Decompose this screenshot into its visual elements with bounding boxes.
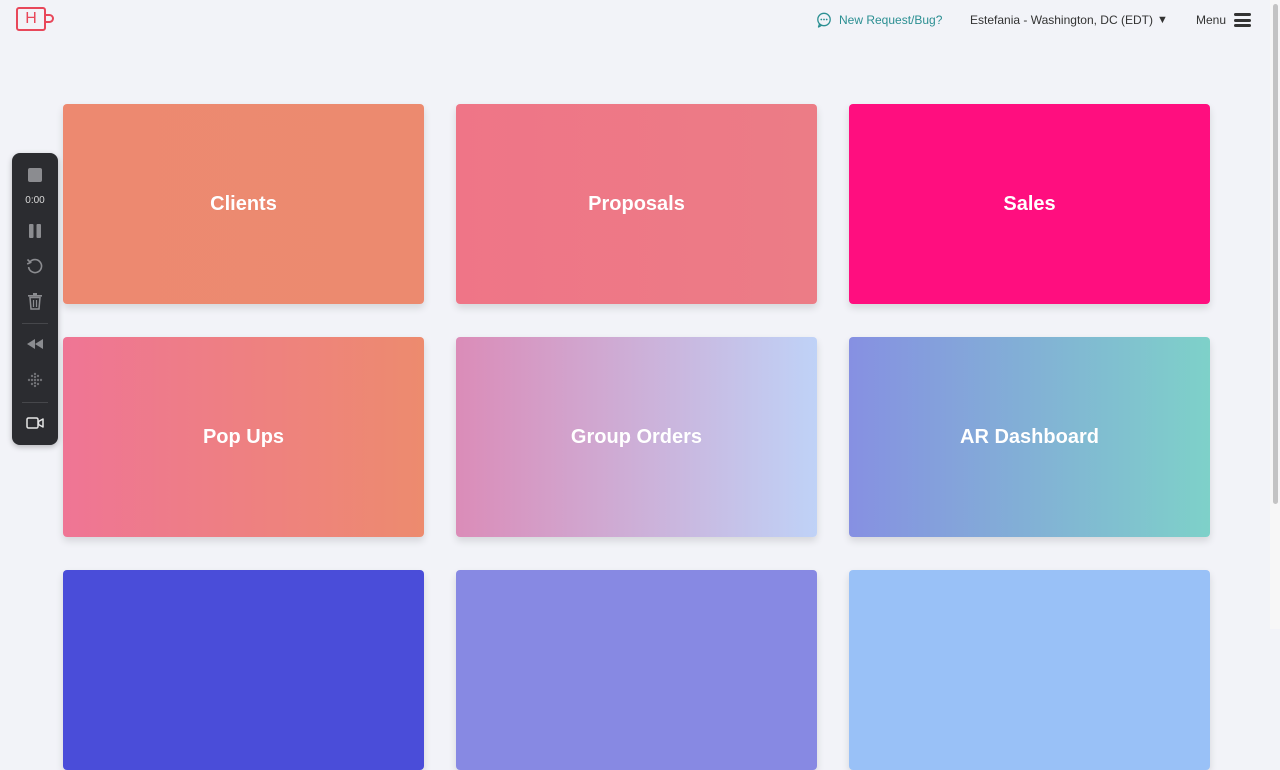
trash-icon bbox=[28, 293, 42, 310]
menu-button[interactable]: Menu bbox=[1196, 10, 1252, 30]
grid-icon bbox=[27, 372, 43, 388]
caret-down-icon: ▼ bbox=[1156, 14, 1168, 26]
camera-button[interactable] bbox=[12, 411, 58, 435]
screen-recorder-toolbar: 0:00 bbox=[12, 153, 58, 445]
tile-label: Group Orders bbox=[570, 425, 703, 448]
tile-group-orders[interactable]: Group Orders bbox=[456, 337, 817, 537]
tile-row3-2[interactable] bbox=[456, 570, 817, 770]
toolbar-divider bbox=[22, 323, 48, 324]
tile-ar-dashboard[interactable]: AR Dashboard bbox=[849, 337, 1210, 537]
recording-timer: 0:00 bbox=[25, 195, 45, 206]
pause-button[interactable] bbox=[12, 219, 58, 243]
logo-tab bbox=[44, 14, 54, 23]
tile-label: Proposals bbox=[588, 192, 685, 215]
tile-pop-ups[interactable]: Pop Ups bbox=[63, 337, 424, 537]
user-location-label: Estefania - Washington, DC (EDT) bbox=[970, 13, 1153, 27]
tile-label: Pop Ups bbox=[202, 425, 285, 448]
rewind-button[interactable] bbox=[12, 332, 58, 356]
restart-button[interactable] bbox=[12, 254, 58, 278]
toolbar-divider bbox=[22, 402, 48, 403]
tile-label: AR Dashboard bbox=[960, 425, 1099, 448]
stop-button[interactable] bbox=[12, 163, 58, 187]
new-request-label: New Request/Bug? bbox=[839, 13, 943, 27]
effects-button[interactable] bbox=[12, 368, 58, 392]
rewind-icon bbox=[27, 339, 43, 349]
delete-button[interactable] bbox=[12, 289, 58, 313]
user-location-dropdown[interactable]: Estefania - Washington, DC (EDT) ▼ bbox=[970, 11, 1168, 29]
hamburger-icon bbox=[1234, 12, 1252, 28]
tile-row3-3[interactable] bbox=[849, 570, 1210, 770]
new-request-link[interactable]: New Request/Bug? bbox=[816, 11, 942, 29]
restart-icon bbox=[26, 258, 43, 274]
camera-icon bbox=[26, 417, 44, 429]
chat-bubble-icon bbox=[817, 12, 831, 28]
tile-row3-1[interactable] bbox=[63, 570, 424, 770]
app-logo[interactable]: H bbox=[16, 7, 56, 33]
tile-label: Sales bbox=[1003, 192, 1056, 215]
tile-label: Clients bbox=[210, 192, 277, 215]
pause-icon bbox=[29, 224, 41, 238]
stop-icon bbox=[28, 168, 42, 182]
tile-proposals[interactable]: Proposals bbox=[456, 104, 817, 304]
menu-label: Menu bbox=[1196, 13, 1227, 27]
scrollbar-thumb[interactable] bbox=[1273, 4, 1278, 504]
tile-sales[interactable]: Sales bbox=[849, 104, 1210, 304]
logo-letter: H bbox=[25, 10, 37, 27]
page-scrollbar[interactable] bbox=[1270, 0, 1280, 629]
tile-clients[interactable]: Clients bbox=[63, 104, 424, 304]
